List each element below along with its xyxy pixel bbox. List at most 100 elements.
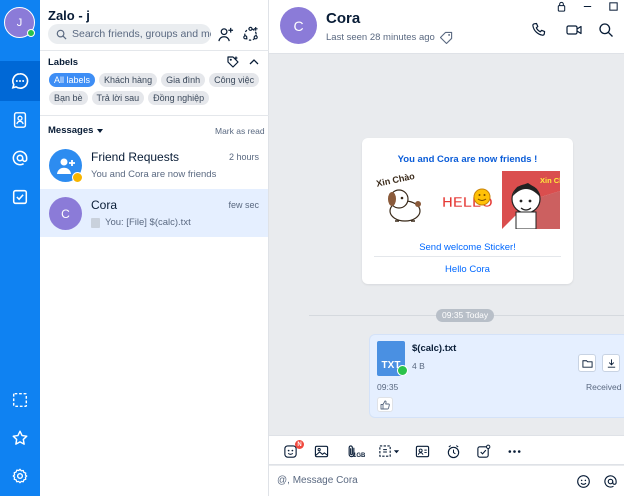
thumbs-up-icon [380,400,390,409]
conversation-item-cora[interactable]: C Cora few sec You: [File] $(calc).txt [40,189,268,237]
caret-down-icon [393,449,400,453]
messages-heading: Messages [48,125,94,136]
card-divider [374,256,561,257]
contact-avatar-initial: C [61,206,70,221]
at-sign-icon [603,474,617,488]
chat-contact-initial: C [293,17,304,34]
chat-panel: C Cora Last seen 28 minutes ago You and … [269,0,624,496]
smiley-icon [576,474,590,488]
more-options-button[interactable] [504,442,524,460]
conversation-time: 2 hours [228,152,259,162]
message-input[interactable] [277,475,567,486]
voice-call-button[interactable] [530,21,548,39]
message-composer [269,466,624,496]
label-chip-work[interactable]: Công việc [209,73,260,87]
image-icon [314,445,328,457]
friend-request-badge [72,172,83,183]
task-check-icon [476,444,490,458]
nav-favorites-button[interactable] [0,418,40,458]
nav-screenshot-button[interactable] [0,380,40,420]
conversation-item-friend-requests[interactable]: Friend Requests 2 hours You and Cora are… [40,141,268,189]
sticker-text: Xin Chào [375,171,416,189]
messages-filter-dropdown[interactable]: Messages [48,125,104,136]
user-avatar-initial: J [16,16,23,29]
add-friend-icon [217,27,233,41]
add-friend-button[interactable] [216,25,234,43]
video-call-button[interactable] [565,21,583,39]
manage-labels-icon[interactable] [226,55,240,69]
file-name[interactable]: $(calc).txt [412,343,456,354]
nav-contacts-button[interactable] [0,100,40,140]
nav-rail: J [0,0,40,496]
sticker-boy[interactable]: Xin Chào [502,171,560,229]
nav-settings-button[interactable] [0,456,40,496]
search-in-chat-button[interactable] [597,21,615,39]
label-chip-reply-later[interactable]: Trả lời sau [91,91,145,105]
send-welcome-sticker-link[interactable]: Send welcome Sticker! [362,242,573,253]
assign-task-button[interactable] [473,442,493,460]
label-chip-customers[interactable]: Khách hàng [99,73,158,87]
friend-request-avatar [49,149,83,183]
phone-icon [532,22,546,36]
search-input[interactable] [72,28,211,40]
emoji-button[interactable] [575,473,591,489]
contact-card-icon [415,445,429,457]
nav-todo-button[interactable] [0,177,40,217]
file-size: 4 B [412,361,425,371]
reminder-button[interactable] [443,442,463,460]
sidebar-divider [40,50,269,51]
label-chip-family[interactable]: Gia đình [161,73,206,87]
chat-header: C Cora Last seen 28 minutes ago [269,0,624,54]
contact-avatar: C [49,197,82,230]
message-time: 09:35 [377,382,399,392]
chat-bubble-icon [11,72,29,89]
chat-contact-name[interactable]: Cora [326,10,360,27]
maximize-icon [608,2,618,11]
chat-contact-avatar[interactable]: C [280,7,317,44]
tag-icon[interactable] [440,31,453,44]
nav-messages-button[interactable] [0,61,40,101]
label-chip-friends[interactable]: Bạn bè [49,91,88,105]
mention-button[interactable] [602,473,618,489]
video-camera-icon [566,25,582,35]
chevron-up-icon[interactable] [247,55,261,69]
sticker-puppy[interactable]: Xin Chào [375,171,433,229]
react-button[interactable] [377,397,393,412]
mark-as-read-link[interactable]: Mark as read [215,126,265,136]
online-status-dot [27,29,35,37]
lock-icon [557,1,565,12]
user-avatar[interactable]: J [4,7,35,38]
say-hello-link[interactable]: Hello Cora [362,264,573,275]
nav-mentions-button[interactable] [0,138,40,178]
maximize-window-button[interactable] [606,1,620,12]
send-contact-card-button[interactable] [412,442,432,460]
file-message-bubble[interactable]: TXT $(calc).txt 4 B 09:35 Received [369,334,624,418]
sticker-hello[interactable]: HELLO [438,171,496,229]
folder-icon [581,359,593,368]
label-filter-list: All labels Khách hàng Gia đình Công việc… [49,73,264,105]
download-button[interactable] [602,354,620,372]
conversation-preview: You and Cora are now friends [91,169,216,180]
screenshot-options-button[interactable] [375,442,403,460]
conversation-preview-text: You and Cora are now friends [91,169,217,180]
file-size-limit: 1GB [353,453,366,459]
search-icon [599,23,613,37]
screenshot-icon [379,444,391,457]
search-icon [56,29,67,40]
clock-icon [447,444,459,458]
gear-icon [12,468,28,484]
conversation-time: few sec [228,200,259,210]
sidebar-divider [40,115,269,116]
checkbox-icon [12,189,28,205]
search-box[interactable] [48,24,211,44]
minimize-window-button[interactable] [580,1,594,12]
open-folder-button[interactable] [578,354,596,372]
label-chip-all[interactable]: All labels [49,73,96,87]
file-icon [91,217,100,228]
pin-window-button[interactable] [554,1,568,12]
label-chip-colleagues[interactable]: Đồng nghiệp [148,91,210,105]
send-image-button[interactable] [311,442,331,460]
download-icon [607,358,615,368]
add-user-icon [56,158,75,174]
create-group-button[interactable] [241,25,259,43]
